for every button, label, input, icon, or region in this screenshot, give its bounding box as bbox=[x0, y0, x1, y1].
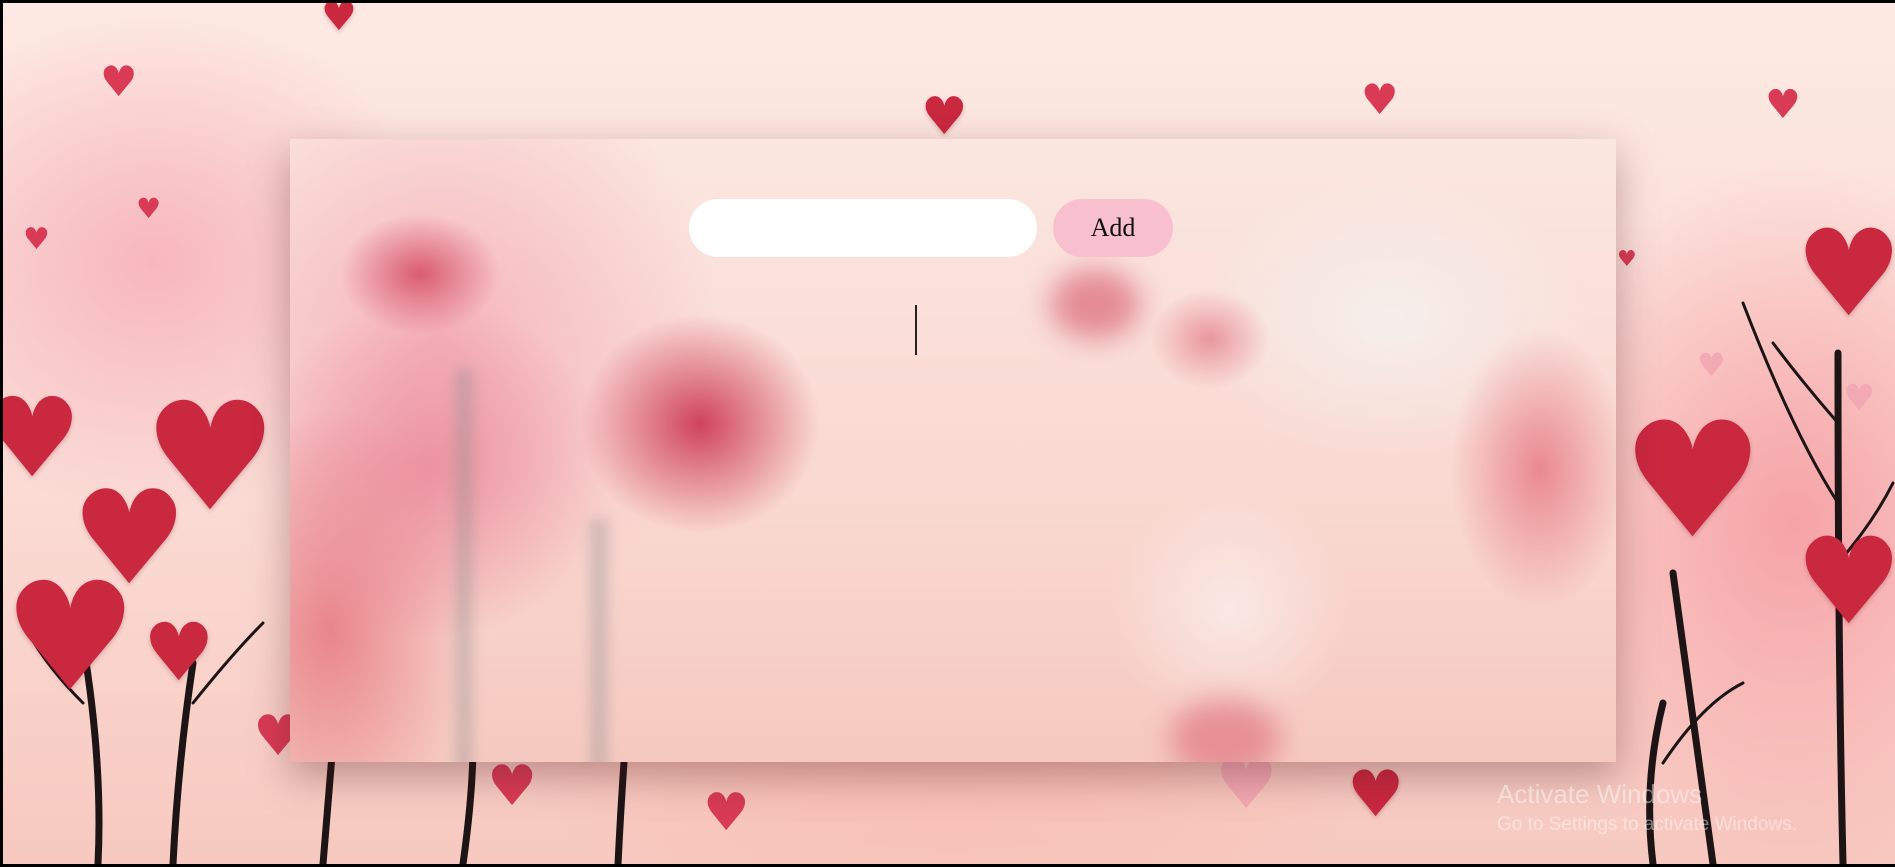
heart-icon: ♥ bbox=[100, 57, 138, 106]
heart-icon: ♥ bbox=[921, 87, 968, 147]
heart-icon: ♥ bbox=[1843, 378, 1876, 419]
todo-card: Add bbox=[290, 139, 1616, 762]
text-cursor bbox=[915, 305, 917, 355]
heart-icon: ♥ bbox=[3, 374, 82, 502]
blurred-heart bbox=[1050, 269, 1140, 339]
watermark-title: Activate Windows bbox=[1497, 779, 1703, 809]
todo-form: Add bbox=[689, 199, 1173, 257]
heart-icon: ♥ bbox=[703, 783, 750, 843]
heart-icon: ♥ bbox=[143, 371, 278, 545]
task-input[interactable] bbox=[689, 199, 1037, 257]
page-background: ♥ ♥ ♥ ♥ ♥ ♥ ♥ ♥ ♥ ♥ ♥ ♥ ♥ ♥ ♥ ♥ ♥ ♥ ♥ ♥ … bbox=[3, 3, 1895, 864]
add-button[interactable]: Add bbox=[1053, 199, 1173, 257]
heart-icon: ♥ bbox=[1347, 758, 1405, 832]
heart-icon: ♥ bbox=[1765, 82, 1801, 128]
heart-icon: ♥ bbox=[136, 192, 162, 225]
heart-icon: ♥ bbox=[1361, 75, 1399, 124]
heart-icon: ♥ bbox=[321, 3, 357, 40]
heart-icon: ♥ bbox=[487, 754, 538, 819]
blurred-heart bbox=[1170, 699, 1280, 762]
watermark-subtitle: Go to Settings to activate Windows. bbox=[1497, 814, 1797, 835]
heart-icon: ♥ bbox=[1697, 346, 1726, 384]
heart-icon: ♥ bbox=[143, 606, 215, 699]
blurred-stem bbox=[590, 519, 608, 762]
blurred-stem bbox=[455, 369, 473, 762]
heart-icon: ♥ bbox=[1795, 513, 1895, 652]
heart-icon: ♥ bbox=[1621, 387, 1765, 574]
heart-icon: ♥ bbox=[1617, 247, 1637, 272]
activate-windows-watermark: Activate Windows Go to Settings to activ… bbox=[1497, 779, 1797, 836]
heart-icon: ♥ bbox=[23, 222, 50, 257]
heart-icon: ♥ bbox=[1795, 205, 1895, 344]
